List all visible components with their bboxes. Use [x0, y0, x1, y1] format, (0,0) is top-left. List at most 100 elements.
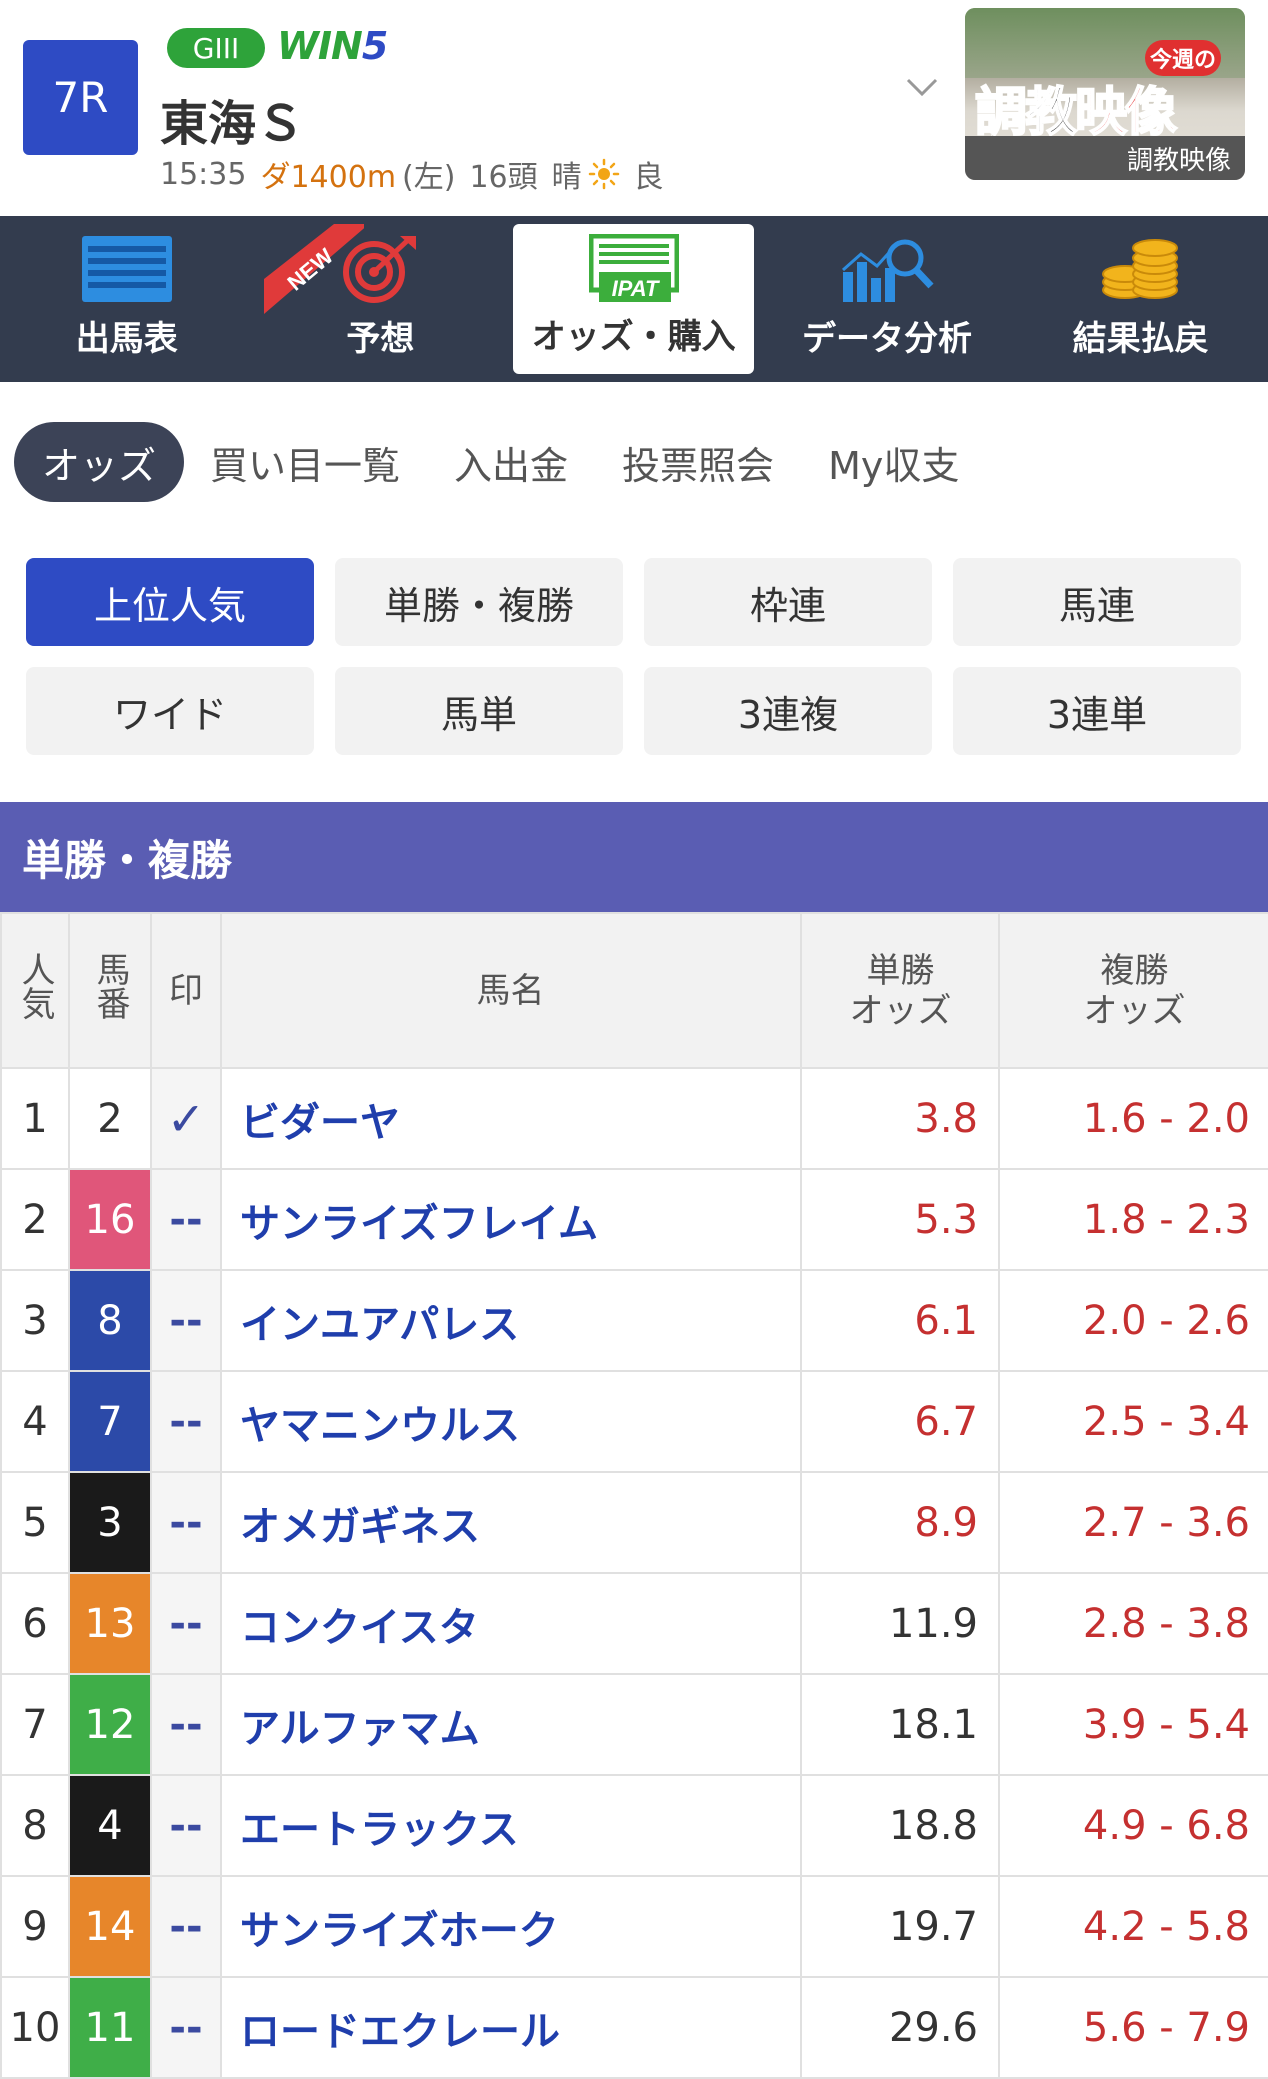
- table-row[interactable]: 10 11 -- ロードエクレール 29.6 5.6 - 7.9: [0, 1976, 1268, 2079]
- banner-caption: 調教映像: [965, 136, 1245, 180]
- header-place-odds: 複勝 オッズ: [998, 912, 1268, 1069]
- coins-icon: [1101, 239, 1178, 299]
- horse-name-link[interactable]: インユアパレス: [220, 1269, 802, 1372]
- place-odds-cell[interactable]: 2.7 - 3.6: [998, 1471, 1268, 1574]
- place-odds-cell[interactable]: 2.0 - 2.6: [998, 1269, 1268, 1372]
- race-course: ダ1400m: [260, 160, 397, 195]
- win-odds-cell[interactable]: 11.9: [800, 1572, 1000, 1675]
- sub-tabs: オッズ 買い目一覧 入出金 投票照会 My収支: [0, 382, 1268, 542]
- table-row[interactable]: 2 16 -- サンライズフレイム 5.3 1.8 - 2.3: [0, 1168, 1268, 1271]
- chevron-down-icon[interactable]: [904, 72, 940, 102]
- popularity-cell: 8: [0, 1774, 70, 1877]
- win-odds-cell[interactable]: 8.9: [800, 1471, 1000, 1574]
- mark-cell[interactable]: --: [150, 1774, 222, 1877]
- win-odds-cell[interactable]: 6.7: [800, 1370, 1000, 1473]
- table-row[interactable]: 6 13 -- コンクイスタ 11.9 2.8 - 3.8: [0, 1572, 1268, 1675]
- place-odds-cell[interactable]: 4.2 - 5.8: [998, 1875, 1268, 1978]
- mark-cell[interactable]: --: [150, 1471, 222, 1574]
- mark-cell[interactable]: --: [150, 1370, 222, 1473]
- horse-name-link[interactable]: アルファマム: [220, 1673, 802, 1776]
- place-odds-cell[interactable]: 5.6 - 7.9: [998, 1976, 1268, 2079]
- win5-logo[interactable]: WIN5: [277, 24, 388, 68]
- training-video-banner[interactable]: 今週の 調教映像 調教映像: [965, 8, 1245, 180]
- table-row[interactable]: 4 7 -- ヤマニンウルス 6.7 2.5 - 3.4: [0, 1370, 1268, 1473]
- horse-number-cell: 16: [68, 1168, 152, 1271]
- win-odds-cell[interactable]: 19.7: [800, 1875, 1000, 1978]
- horse-name-link[interactable]: ビダーヤ: [220, 1067, 802, 1170]
- banner-title-b: 教: [1024, 82, 1078, 144]
- popularity-cell: 2: [0, 1168, 70, 1271]
- horse-name-link[interactable]: ロードエクレール: [220, 1976, 802, 2079]
- popularity-cell: 5: [0, 1471, 70, 1574]
- main-nav: 出馬表 NEW 予想 IPAT オッズ・購入 データ分析 結果払戻: [0, 216, 1268, 382]
- table-header-row: 人気 馬番 印 馬名 単勝 オッズ 複勝 オッズ: [0, 912, 1268, 1069]
- table-row[interactable]: 9 14 -- サンライズホーク 19.7 4.2 - 5.8: [0, 1875, 1268, 1978]
- place-odds-cell[interactable]: 1.6 - 2.0: [998, 1067, 1268, 1170]
- tab-deposit[interactable]: 入出金: [454, 435, 568, 490]
- bet-type-quinella[interactable]: 馬連: [953, 558, 1241, 646]
- nav-data-analysis[interactable]: データ分析: [760, 216, 1014, 382]
- horse-name-link[interactable]: コンクイスタ: [220, 1572, 802, 1675]
- place-odds-cell[interactable]: 1.8 - 2.3: [998, 1168, 1268, 1271]
- mark-cell[interactable]: --: [150, 1875, 222, 1978]
- mark-cell[interactable]: --: [150, 1168, 222, 1271]
- nav-results[interactable]: 結果払戻: [1014, 216, 1268, 382]
- bet-type-bracket-quinella[interactable]: 枠連: [644, 558, 932, 646]
- place-odds-cell[interactable]: 2.5 - 3.4: [998, 1370, 1268, 1473]
- horse-name-link[interactable]: オメガギネス: [220, 1471, 802, 1574]
- nav-prediction[interactable]: NEW 予想: [254, 216, 508, 382]
- win5-logo-text: WIN: [277, 24, 363, 68]
- mark-cell[interactable]: --: [150, 1976, 222, 2079]
- chart-search-icon: [841, 239, 934, 302]
- table-row[interactable]: 3 8 -- インユアパレス 6.1 2.0 - 2.6: [0, 1269, 1268, 1372]
- mark-cell[interactable]: --: [150, 1673, 222, 1776]
- win-odds-cell[interactable]: 29.6: [800, 1976, 1000, 2079]
- bet-type-trio[interactable]: 3連複: [644, 667, 932, 755]
- horse-name-link[interactable]: サンライズホーク: [220, 1875, 802, 1978]
- banner-title-c: 映像: [1074, 82, 1178, 144]
- popularity-cell: 10: [0, 1976, 70, 2079]
- win-odds-cell[interactable]: 6.1: [800, 1269, 1000, 1372]
- tab-odds[interactable]: オッズ: [14, 422, 185, 502]
- bet-type-win-place[interactable]: 単勝・複勝: [335, 558, 623, 646]
- horse-name-link[interactable]: エートラックス: [220, 1774, 802, 1877]
- mark-cell[interactable]: --: [150, 1572, 222, 1675]
- mark-cell[interactable]: --: [150, 1269, 222, 1372]
- bet-type-exacta[interactable]: 馬単: [335, 667, 623, 755]
- table-row[interactable]: 5 3 -- オメガギネス 8.9 2.7 - 3.6: [0, 1471, 1268, 1574]
- tab-vote-inquiry[interactable]: 投票照会: [622, 435, 774, 490]
- popularity-cell: 1: [0, 1067, 70, 1170]
- place-odds-cell[interactable]: 2.8 - 3.8: [998, 1572, 1268, 1675]
- race-number-badge[interactable]: 7R: [23, 40, 138, 155]
- bet-type-wide[interactable]: ワイド: [26, 667, 314, 755]
- table-row[interactable]: 8 4 -- エートラックス 18.8 4.9 - 6.8: [0, 1774, 1268, 1877]
- win-odds-cell[interactable]: 18.8: [800, 1774, 1000, 1877]
- race-info: 15:35 ダ1400m (左) 16頭 晴 良: [160, 152, 678, 196]
- horse-number-cell: 2: [68, 1067, 152, 1170]
- bet-type-grid: 上位人気 単勝・複勝 枠連 馬連 ワイド 馬単 3連複 3連単: [26, 558, 1242, 755]
- tab-my-balance[interactable]: My収支: [828, 435, 959, 490]
- horse-number-cell: 7: [68, 1370, 152, 1473]
- horse-number-cell: 4: [68, 1774, 152, 1877]
- horse-name-link[interactable]: ヤマニンウルス: [220, 1370, 802, 1473]
- place-odds-cell[interactable]: 3.9 - 5.4: [998, 1673, 1268, 1776]
- bet-type-popular[interactable]: 上位人気: [26, 558, 314, 646]
- odds-table: 人気 馬番 印 馬名 単勝 オッズ 複勝 オッズ 1 2 ✓ ビダーヤ 3.8 1.6 - 2…: [0, 912, 1268, 2079]
- horse-number-cell: 11: [68, 1976, 152, 2079]
- target-icon: [343, 236, 417, 303]
- race-weather: 晴: [551, 160, 582, 195]
- tab-bet-list[interactable]: 買い目一覧: [210, 435, 400, 490]
- horse-name-link[interactable]: サンライズフレイム: [220, 1168, 802, 1271]
- mark-cell[interactable]: ✓: [150, 1067, 222, 1170]
- win-odds-cell[interactable]: 18.1: [800, 1673, 1000, 1776]
- win-odds-cell[interactable]: 3.8: [800, 1067, 1000, 1170]
- win-odds-cell[interactable]: 5.3: [800, 1168, 1000, 1271]
- nav-odds-purchase[interactable]: IPAT オッズ・購入: [513, 224, 755, 374]
- bet-type-trifecta[interactable]: 3連単: [953, 667, 1241, 755]
- horse-number-cell: 14: [68, 1875, 152, 1978]
- table-row[interactable]: 7 12 -- アルファマム 18.1 3.9 - 5.4: [0, 1673, 1268, 1776]
- table-row[interactable]: 1 2 ✓ ビダーヤ 3.8 1.6 - 2.0: [0, 1067, 1268, 1170]
- nav-racecard[interactable]: 出馬表: [0, 216, 254, 382]
- odds-table-body: 1 2 ✓ ビダーヤ 3.8 1.6 - 2.0 2 16 -- サンライズフレイム 5.3 1.8 …: [0, 1067, 1268, 2079]
- place-odds-cell[interactable]: 4.9 - 6.8: [998, 1774, 1268, 1877]
